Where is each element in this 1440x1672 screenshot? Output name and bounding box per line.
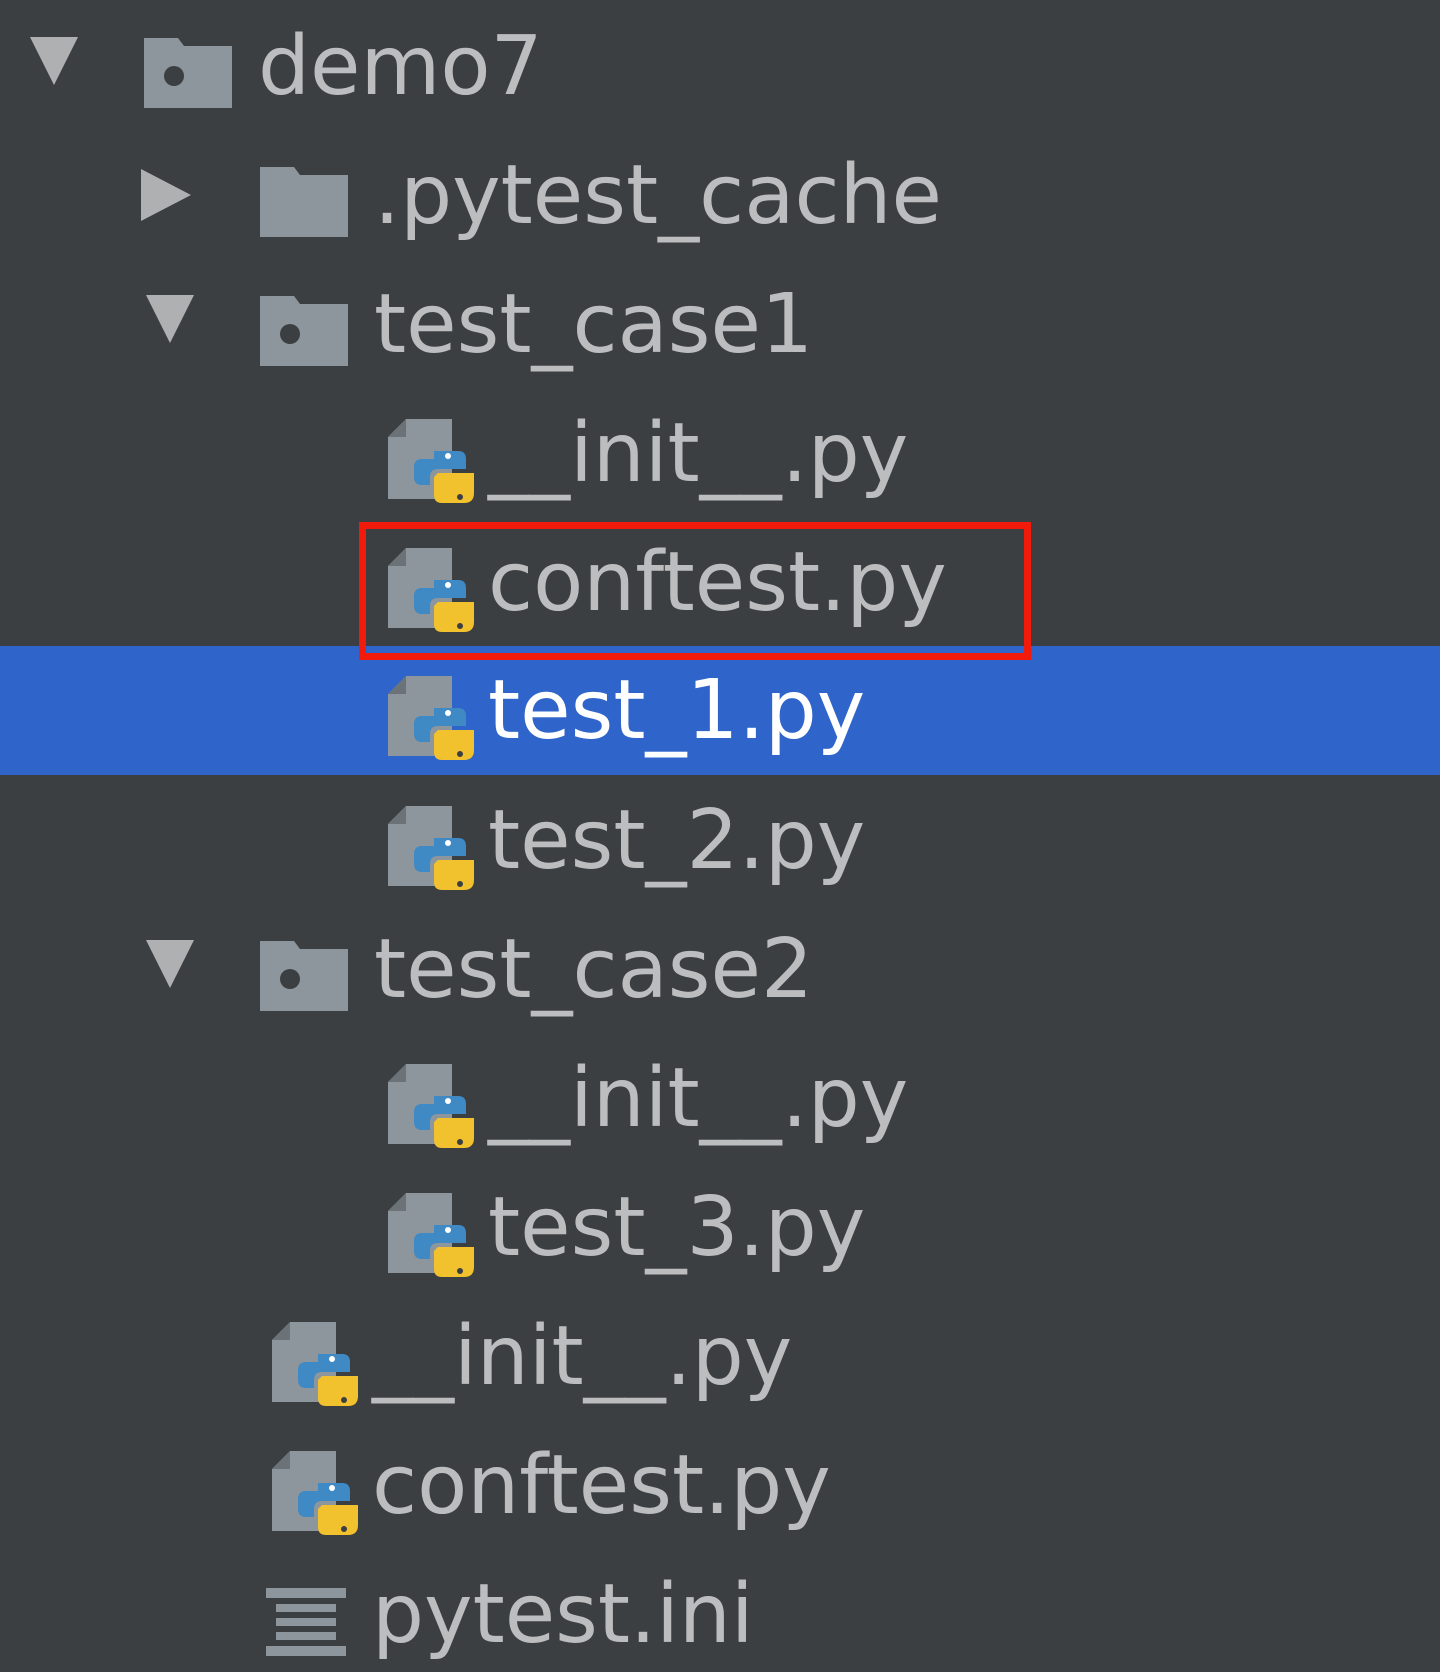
folder-icon (256, 153, 352, 249)
tree-item-label: __init__.py (488, 406, 909, 501)
python-file-icon (384, 1056, 480, 1152)
tree-item-init-py[interactable]: __init__.py (0, 1292, 1440, 1421)
expand-arrow-icon[interactable] (146, 940, 194, 988)
tree-item-demo7[interactable]: demo7 (0, 2, 1440, 131)
tree-item-pytest-ini[interactable]: pytest.ini (0, 1550, 1440, 1672)
tree-item-test-1-py[interactable]: test_1.py (0, 646, 1440, 775)
tree-item-test-case2[interactable]: test_case2 (0, 905, 1440, 1034)
collapse-arrow-icon[interactable] (141, 169, 191, 221)
tree-item-init-py[interactable]: __init__.py (0, 389, 1440, 518)
module-folder-icon (256, 927, 352, 1023)
tree-item-conftest-py[interactable]: conftest.py (0, 518, 1440, 647)
python-file-icon (384, 540, 480, 636)
tree-item-label: test_3.py (488, 1180, 866, 1275)
tree-item-test-case1[interactable]: test_case1 (0, 260, 1440, 389)
python-file-icon (384, 411, 480, 507)
expand-arrow-icon[interactable] (30, 37, 78, 85)
tree-item-label: __init__.py (372, 1309, 793, 1404)
tree-item-conftest-py[interactable]: conftest.py (0, 1421, 1440, 1550)
tree-item-label: __init__.py (488, 1051, 909, 1146)
module-folder-icon (140, 24, 236, 120)
python-file-icon (384, 1185, 480, 1281)
tree-item-label: .pytest_cache (374, 148, 942, 243)
tree-item-test-3-py[interactable]: test_3.py (0, 1163, 1440, 1292)
tree-item-label: demo7 (258, 19, 543, 114)
module-folder-icon (256, 282, 352, 378)
tree-item-label: conftest.py (488, 535, 947, 630)
python-file-icon (384, 798, 480, 894)
tree-item-label: conftest.py (372, 1438, 831, 1533)
tree-item-test-2-py[interactable]: test_2.py (0, 776, 1440, 905)
tree-item-label: pytest.ini (372, 1567, 754, 1662)
tree-item-label: test_case2 (374, 922, 814, 1017)
tree-item-pytest-cache[interactable]: .pytest_cache (0, 131, 1440, 260)
tree-item-init-py[interactable]: __init__.py (0, 1034, 1440, 1163)
tree-item-label: test_1.py (488, 663, 866, 758)
tree-item-label: test_case1 (374, 277, 814, 372)
settings-file-icon (258, 1572, 354, 1668)
project-tree: demo7 .pytest_cache test_case1 __init__.… (0, 0, 1440, 1672)
python-file-icon (268, 1443, 364, 1539)
python-file-icon (384, 668, 480, 764)
expand-arrow-icon[interactable] (146, 295, 194, 343)
tree-item-label: test_2.py (488, 793, 866, 888)
python-file-icon (268, 1314, 364, 1410)
